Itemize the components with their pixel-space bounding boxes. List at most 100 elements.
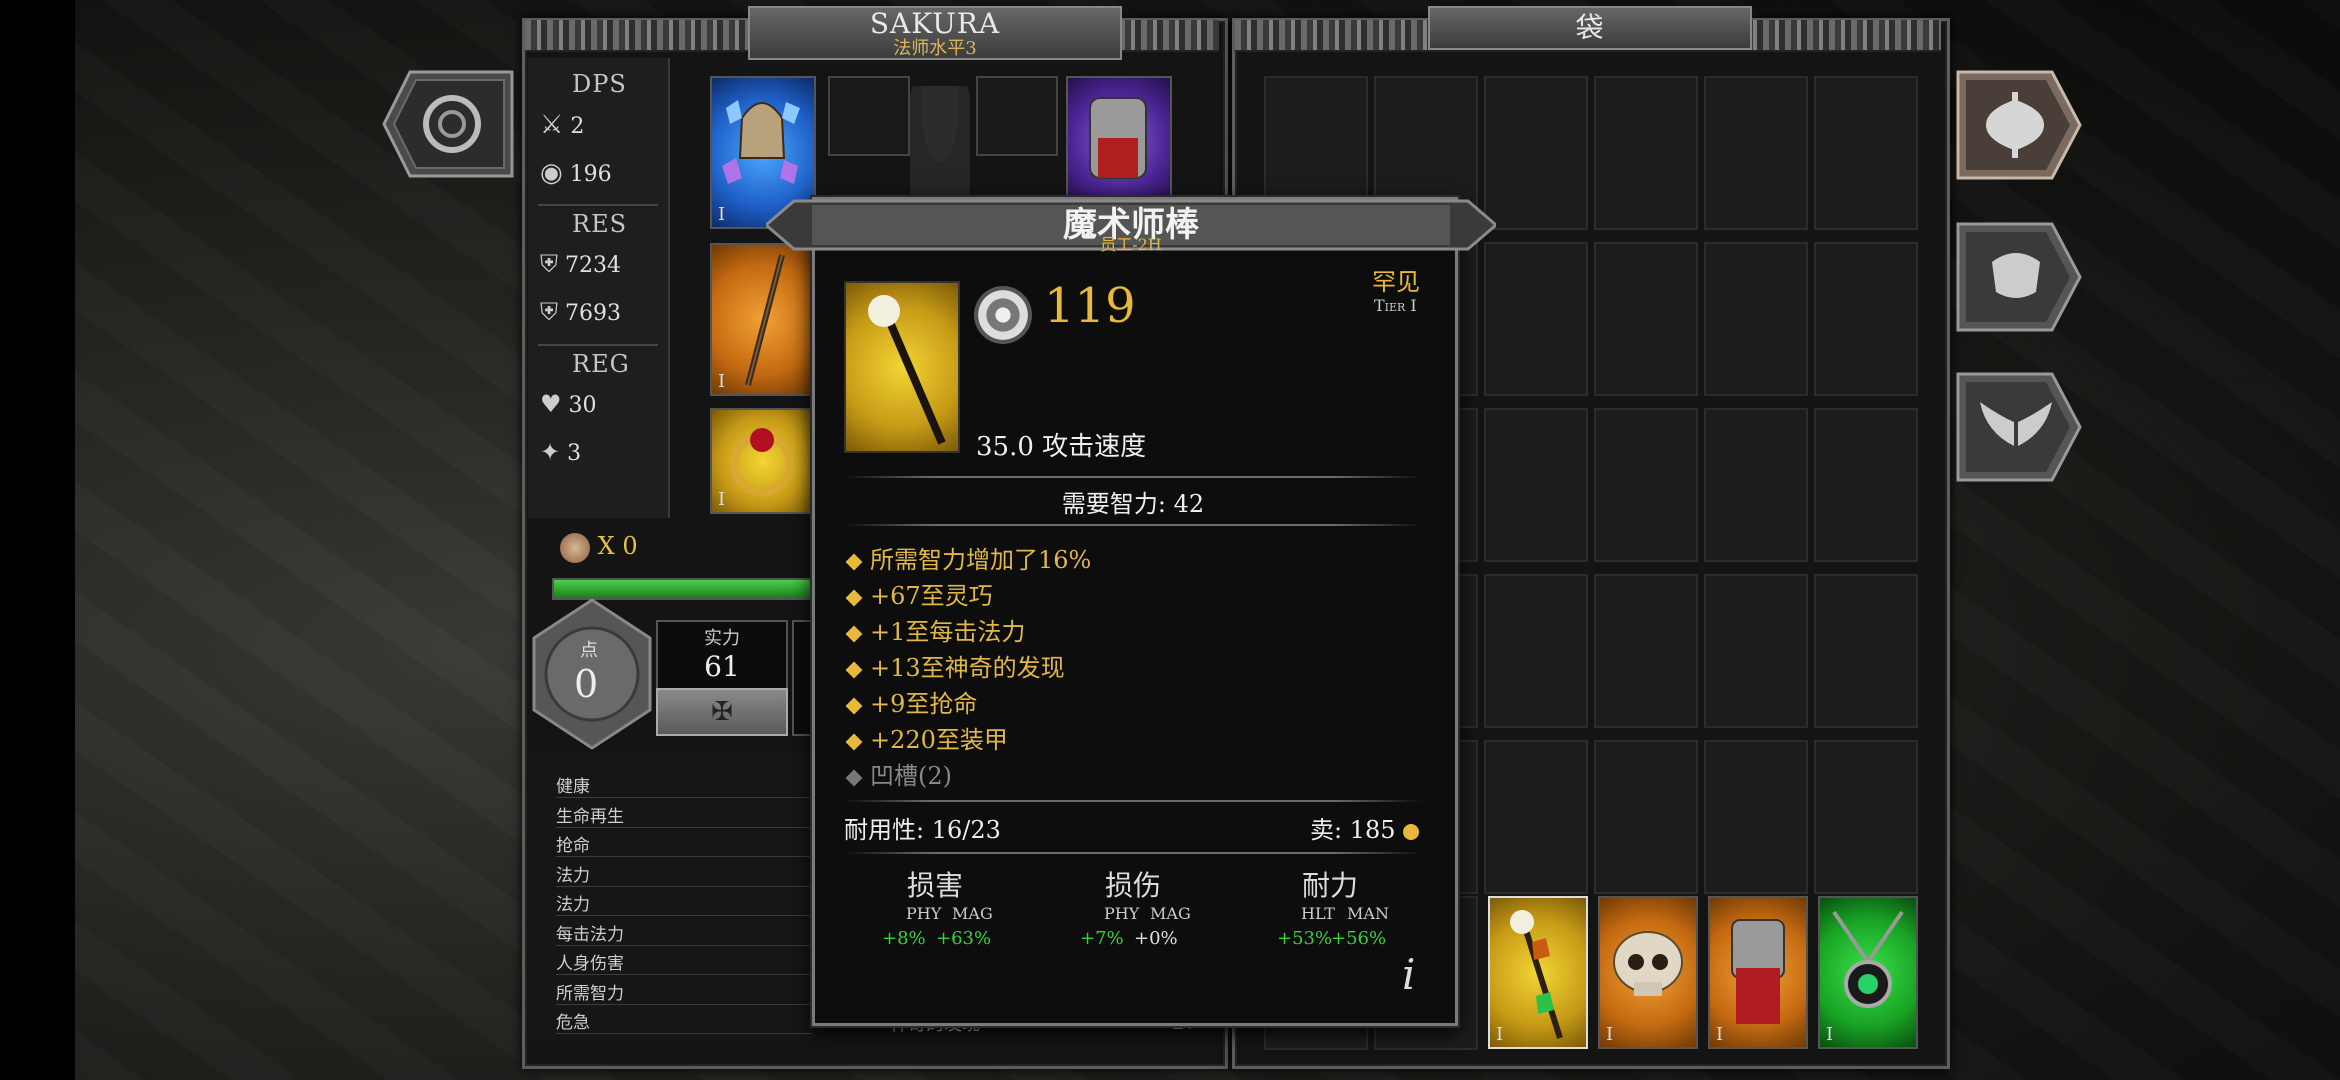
item-type: 员工-2H [1100,235,1162,254]
bag-slot[interactable] [1594,740,1698,894]
stat-list-row: 健康 [556,772,811,798]
bag-slot[interactable] [1594,76,1698,230]
item-modifier: +1至每击法力 [845,612,1025,647]
skull-icon [560,532,590,563]
stat-list-row: 法力 [556,890,811,916]
bag-slot[interactable] [1814,574,1918,728]
compare-sub-label: PHY [906,904,942,923]
strength-label: 实力 [704,628,740,649]
strength-value: 61 [704,650,740,683]
points-value: 0 [574,662,599,706]
bag-slot[interactable] [1704,76,1808,230]
compare-sub-label: MAN [1347,904,1389,923]
stat-list-row: 每击法力 [556,920,811,946]
wings-tab-button[interactable] [1956,372,2084,482]
compare-heading: 耐力 [1301,869,1358,902]
compare-value: +0% [1134,928,1178,949]
chest-armor-icon [1089,97,1147,179]
strength-box: 实力 61 [656,620,788,690]
magic-swirl-icon: ◉ [540,158,563,188]
points-label: 点 [580,640,598,661]
experience-bar [552,578,816,600]
bag-slot[interactable] [1484,574,1588,728]
info-button[interactable]: i [1402,950,1415,999]
attack-speed: 35.0 攻击速度 [976,432,1147,462]
requirement: 需要智力: 42 [1061,490,1205,518]
bag-slot[interactable] [1704,242,1808,396]
bag-item-staff[interactable]: I [1488,896,1588,1049]
bag-slot[interactable] [1484,76,1588,230]
weapon-slot[interactable]: I [710,243,816,396]
swords-icon: ⚔ [540,110,564,140]
compare-value: +8% [882,928,926,949]
bag-slot[interactable] [1704,740,1808,894]
compare-sub-label: MAG [1150,904,1191,923]
bag-slot[interactable] [1814,242,1918,396]
bag-slot[interactable] [1594,574,1698,728]
character-title-plate: SAKURA 法师水平3 [748,6,1122,60]
character-level: 法师水平3 [893,38,977,59]
dps-attack: ⚔ 2 [540,110,585,140]
stat-list-row: 抢命 [556,831,811,857]
bag-item-amulet[interactable]: I [1818,896,1918,1049]
bag-title-plate: 袋 [1428,6,1752,50]
ring-slot[interactable]: I [710,408,816,514]
item-modifier: +220至装甲 [845,720,1008,755]
res-magic: ⛨ 7693 [540,298,621,326]
reg-label: REG [572,350,630,378]
empty-slot-1[interactable] [828,76,910,156]
stats-column: DPS ⚔ 2 ◉ 196 RES ⛨ 7234 ⛨ 7693 REG ♥ 30… [528,58,670,518]
skull-icon [1613,931,1683,996]
sell-price: 卖: 185 [1310,810,1420,845]
bag-slot[interactable] [1814,740,1918,894]
res-physical: ⛨ 7234 [540,250,621,278]
bag-slot[interactable] [1484,740,1588,894]
bag-slot[interactable] [1704,574,1808,728]
item-rarity: 罕见 [1372,268,1420,296]
reg-mana: ✦ 3 [540,438,582,466]
durability: 耐用性: 16/23 [844,816,1001,844]
bag-item-skull[interactable]: I [1598,896,1698,1049]
diamond-bullet-icon [845,553,863,571]
bag-slot[interactable] [1594,242,1698,396]
diamond-bullet-icon [845,769,863,787]
item-modifier: +9至抢命 [845,684,977,719]
compare-value: +53% [1277,928,1333,949]
strength-add-button[interactable]: ✠ [656,688,788,736]
attribute-points-medallion: 点 0 [530,598,654,750]
bag-title: 袋 [1575,11,1605,44]
bag-item-armor[interactable]: I [1708,896,1808,1049]
res-label: RES [572,210,628,238]
armor-slot[interactable] [1066,76,1172,206]
compare-sub-label: HLT [1301,904,1335,923]
empty-slot-2[interactable] [976,76,1058,156]
weapons-tab-button[interactable] [1956,70,2084,180]
bag-slot[interactable] [1484,242,1588,396]
bag-slot[interactable] [1484,408,1588,562]
ring-icon [730,428,794,496]
staff-icon [868,295,946,445]
compare-sub-label: PHY [1104,904,1140,923]
stat-list-row: 法力 [556,861,811,887]
bag-slot[interactable] [1594,408,1698,562]
bag-slot[interactable] [1814,76,1918,230]
diamond-bullet-icon [845,661,863,679]
bag-slot[interactable] [1704,408,1808,562]
staff-icon [1510,910,1563,1039]
menu-button[interactable] [380,68,515,180]
skull-counter: X 0 [560,532,638,563]
reg-health: ♥ 30 [540,390,597,418]
socket-line: 凹槽(2) [845,756,952,791]
gold-coins-icon [1403,823,1420,840]
dps-magic: ◉ 196 [540,158,612,188]
compare-heading: 损伤 [1104,869,1161,902]
heart-icon: ♥ [540,390,562,418]
character-name: SAKURA [869,7,1001,40]
stat-list-row: 危急 [556,1008,811,1034]
item-modifier: 所需智力增加了16% [845,540,1091,575]
pets-tab-button[interactable] [1956,222,2084,332]
item-modifier: +67至灵巧 [845,576,993,611]
tooltip-item-icon [844,281,960,453]
compare-sub-label: MAG [952,904,993,923]
bag-slot[interactable] [1814,408,1918,562]
